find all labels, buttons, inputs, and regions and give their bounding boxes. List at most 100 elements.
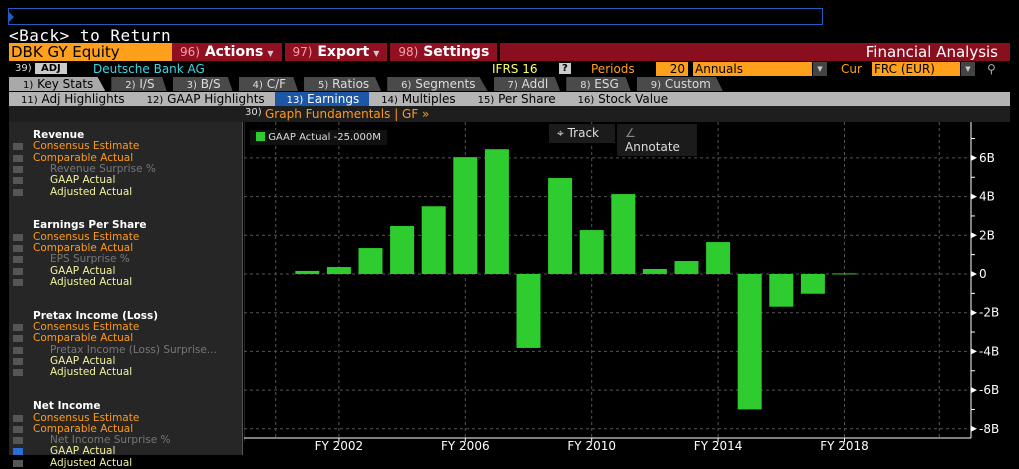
bar-fy2006[interactable] xyxy=(453,157,478,274)
bar-fy2003[interactable] xyxy=(358,248,383,274)
subtab-per-share[interactable]: 15) Per Share xyxy=(466,92,566,106)
bar-fy2015[interactable] xyxy=(737,274,762,410)
export-button[interactable]: 97) Export ▼ xyxy=(284,43,391,61)
series-checkbox[interactable] xyxy=(13,177,23,185)
series-option[interactable]: Adjusted Actual xyxy=(50,367,132,378)
periods-input[interactable]: 20 xyxy=(656,62,688,76)
bar-fy2011[interactable] xyxy=(611,194,636,274)
bar-fy2012[interactable] xyxy=(642,268,667,274)
ifrs-label: IFRS 16 xyxy=(492,62,538,76)
bar-fy2010[interactable] xyxy=(579,230,604,274)
subtab-adj-highlights[interactable]: 11) Adj Highlights xyxy=(9,92,135,106)
bar-fy2009[interactable] xyxy=(548,178,573,274)
series-checkbox[interactable] xyxy=(13,369,23,377)
series-checkbox[interactable] xyxy=(13,256,23,264)
tab-num: 5) xyxy=(318,80,329,91)
series-checkbox[interactable] xyxy=(13,448,23,456)
tab-bs[interactable]: 3) B/S xyxy=(172,77,233,91)
bar-fy2005[interactable] xyxy=(421,206,446,274)
series-option[interactable]: Consensus Estimate xyxy=(33,141,139,152)
series-checkbox[interactable] xyxy=(13,425,23,433)
bar-fy2014[interactable] xyxy=(706,242,731,274)
chevron-down-icon[interactable]: ▼ xyxy=(961,62,975,76)
settings-button[interactable]: 98) Settings xyxy=(390,43,501,61)
series-checkbox[interactable] xyxy=(13,335,23,343)
bar-fy2013[interactable] xyxy=(674,261,699,274)
tab-is[interactable]: 2) I/S xyxy=(111,77,167,91)
settings-label: Settings xyxy=(423,44,490,60)
series-option[interactable]: GAAP Actual xyxy=(50,175,115,186)
series-option[interactable]: Comparable Actual xyxy=(33,333,133,344)
series-checkbox[interactable] xyxy=(13,165,23,173)
series-checkbox[interactable] xyxy=(13,267,23,275)
series-checkbox[interactable] xyxy=(13,459,23,467)
series-checkbox[interactable] xyxy=(13,278,23,286)
tab-label: GAAP Highlights xyxy=(167,92,265,106)
tab-esg[interactable]: 8) ESG xyxy=(566,77,631,91)
series-checkbox[interactable] xyxy=(13,437,23,445)
tab-key-stats[interactable]: 1) Key Stats xyxy=(9,77,106,91)
series-checkbox[interactable] xyxy=(13,143,23,151)
series-option[interactable]: Consensus Estimate xyxy=(33,412,139,424)
tab-label: Addl xyxy=(521,77,549,91)
bar-fy2018[interactable] xyxy=(832,273,857,275)
series-option[interactable]: EPS Surprise % xyxy=(50,254,130,265)
series-option[interactable]: GAAP Actual xyxy=(50,446,115,457)
export-label: Export xyxy=(317,44,370,60)
bar-fy2017[interactable] xyxy=(800,274,825,294)
info-row: 39) ADJ Deutsche Bank AG IFRS 16 ? Perio… xyxy=(9,62,1010,76)
subtab-stock-value[interactable]: 16) Stock Value xyxy=(566,92,678,106)
zoom-icon[interactable]: ⚲ xyxy=(987,62,996,76)
series-option[interactable]: GAAP Actual xyxy=(50,265,115,277)
subtab-earnings[interactable]: 13) Earnings xyxy=(274,92,370,106)
adj-button[interactable]: ADJ xyxy=(35,63,67,74)
tab-label: I/S xyxy=(139,77,155,91)
x-tick-label: FY 2018 xyxy=(820,439,869,453)
series-option[interactable]: Adjusted Actual xyxy=(50,276,132,288)
series-checkbox[interactable] xyxy=(13,346,23,354)
tab-label: B/S xyxy=(200,77,221,91)
series-selector-panel: Revenue Consensus Estimate Comparable Actu… xyxy=(9,122,243,468)
series-checkbox[interactable] xyxy=(13,414,23,422)
chevron-down-icon[interactable]: ▼ xyxy=(813,62,827,76)
tab-ratios[interactable]: 5) Ratios xyxy=(304,77,382,91)
series-checkbox[interactable] xyxy=(13,188,23,196)
series-checkbox[interactable] xyxy=(13,358,23,365)
export-num: 97) xyxy=(292,45,313,59)
bar-fy2007[interactable] xyxy=(484,149,509,274)
actions-button[interactable]: 96) Actions ▼ xyxy=(172,43,285,61)
help-icon[interactable]: ? xyxy=(559,63,571,74)
tab-cf[interactable]: 4) C/F xyxy=(238,77,299,91)
period-type-select[interactable]: Annuals xyxy=(693,62,812,76)
series-checkbox[interactable] xyxy=(13,233,23,241)
actions-label: Actions xyxy=(204,44,264,60)
graph-fundamentals-link[interactable]: 30) Graph Fundamentals | GF » xyxy=(9,106,1010,122)
series-option[interactable]: Adjusted Actual xyxy=(50,457,132,469)
currency-select[interactable]: FRC (EUR) xyxy=(872,62,960,76)
tab-num: 4) xyxy=(252,80,263,91)
bar-fy2008[interactable] xyxy=(516,274,541,348)
tab-custom[interactable]: 9) Custom xyxy=(636,77,723,91)
series-option[interactable]: Adjusted Actual xyxy=(50,186,132,198)
subtab-gaap-highlights[interactable]: 12) GAAP Highlights xyxy=(135,92,275,106)
series-checkbox[interactable] xyxy=(13,154,23,162)
bar-fy2002[interactable] xyxy=(326,267,351,274)
tab-num: 8) xyxy=(580,80,591,91)
annotate-button[interactable]: ∠ Annotate xyxy=(617,124,697,156)
track-button[interactable]: ⌖ Track xyxy=(549,124,615,143)
bar-fy2016[interactable] xyxy=(769,274,794,307)
series-checkbox[interactable] xyxy=(13,245,23,252)
tab-num: 15) xyxy=(477,95,495,106)
series-option[interactable]: Comparable Actual xyxy=(33,152,133,164)
tab-addl[interactable]: 7) Addl xyxy=(493,77,561,91)
tab-segments[interactable]: 6) Segments xyxy=(387,77,488,91)
ticker-field[interactable]: DBK GY Equity xyxy=(9,43,172,61)
tab-num: 16) xyxy=(577,95,595,106)
subtab-multiples[interactable]: 14) Multiples xyxy=(369,92,465,106)
tab-num: 3) xyxy=(186,80,197,91)
command-line-input[interactable] xyxy=(8,8,823,25)
bar-fy2004[interactable] xyxy=(390,226,415,274)
series-checkbox[interactable] xyxy=(13,324,23,332)
tab-label: C/F xyxy=(266,77,287,91)
bar-fy2001[interactable] xyxy=(295,270,320,274)
